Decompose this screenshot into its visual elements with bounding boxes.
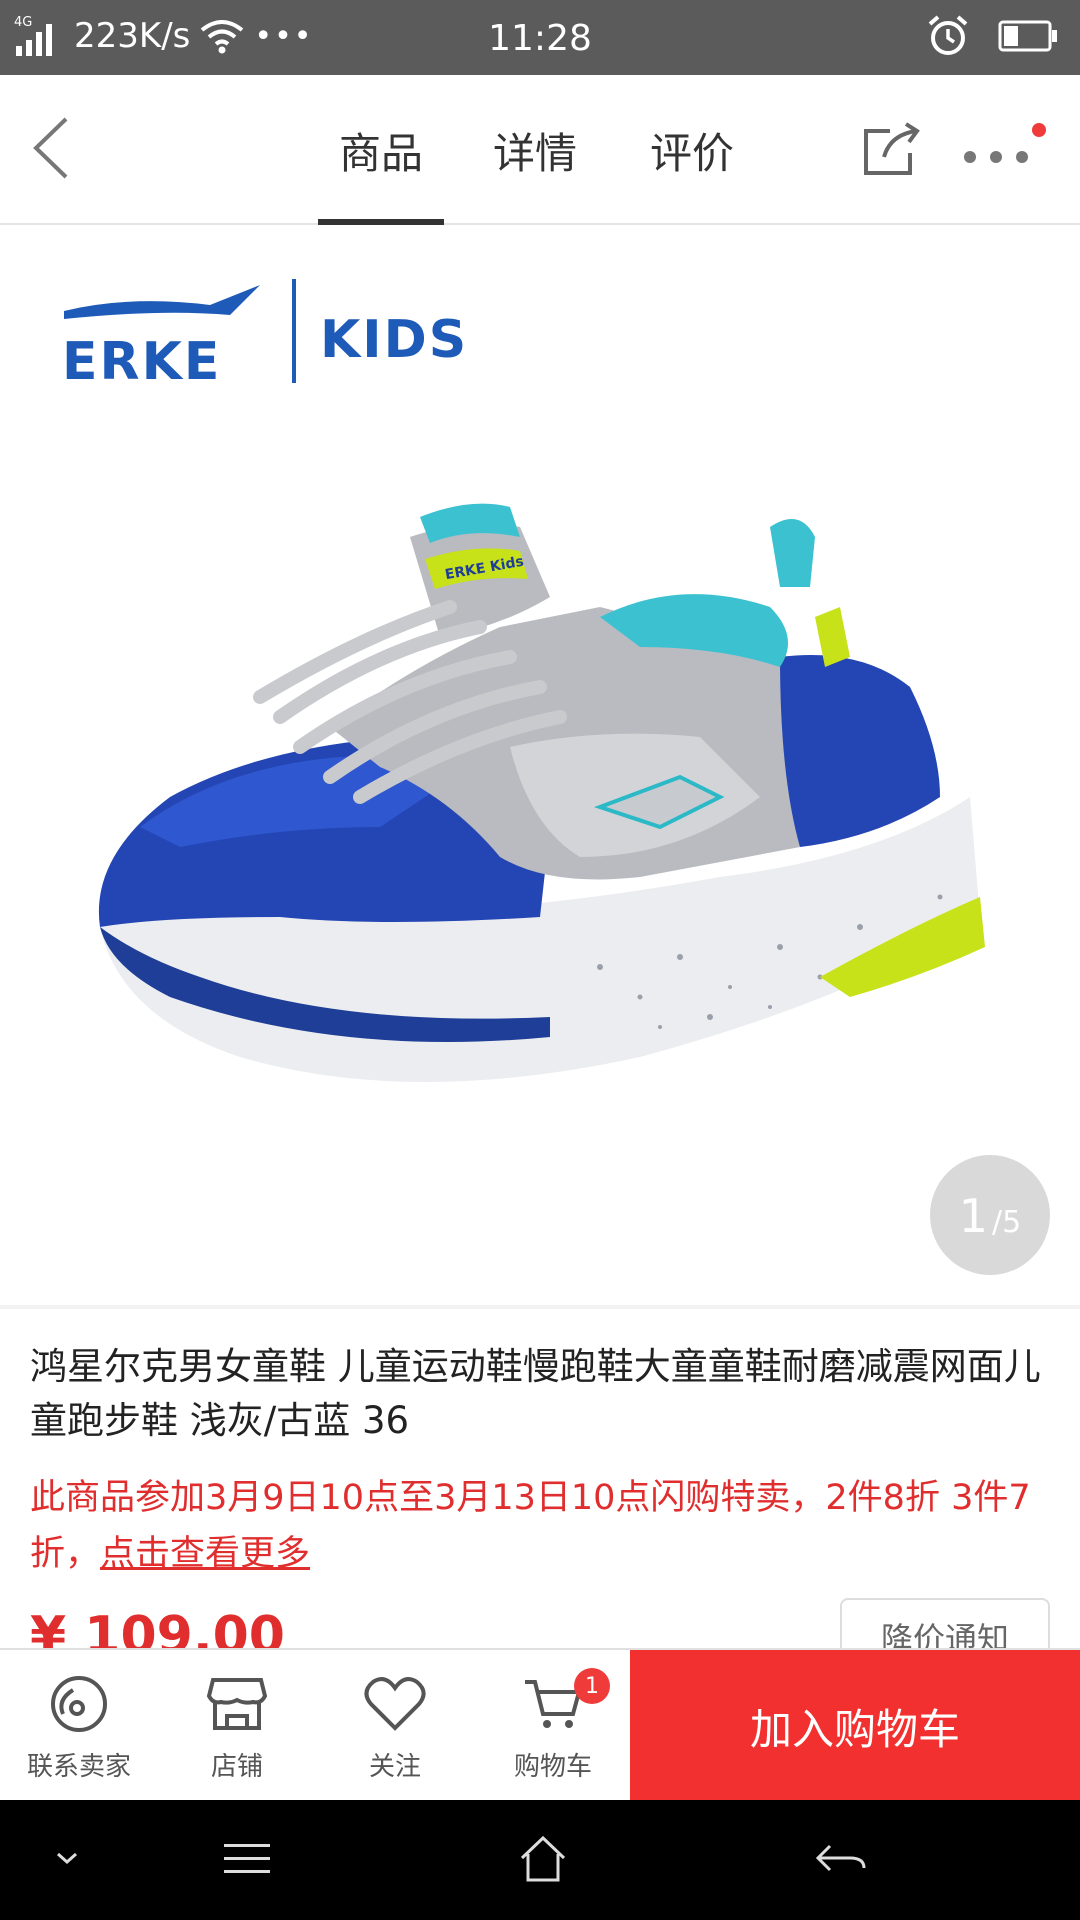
chevron-left-icon (33, 117, 68, 179)
cart-button[interactable]: 购物车 1 (474, 1650, 632, 1800)
shop-button[interactable]: 店铺 (158, 1650, 316, 1800)
system-nav-bar (0, 1800, 1080, 1920)
top-nav: 商品 详情 评价 (0, 75, 1080, 225)
contact-seller-label: 联系卖家 (26, 1752, 131, 1782)
section-divider (0, 1305, 1080, 1309)
heart-icon (364, 1677, 426, 1731)
status-right (926, 14, 1058, 58)
product-title: 鸿星尔克男女童鞋 儿童运动鞋慢跑鞋大童童鞋耐磨减震网面儿童跑步鞋 浅灰/古蓝 3… (30, 1345, 1041, 1442)
notification-dot (1032, 123, 1046, 137)
brand-logo: ERKE KIDS (60, 275, 520, 399)
product-info: 鸿星尔克男女童鞋 儿童运动鞋慢跑鞋大童童鞋耐磨减震网面儿童跑步鞋 浅灰/古蓝 3… (0, 1310, 1080, 1670)
alarm-icon (928, 15, 968, 55)
follow-button[interactable]: 关注 (316, 1650, 474, 1800)
pager-current: 1 (958, 1189, 989, 1243)
chat-icon (51, 1676, 107, 1732)
tab-bar: 商品 详情 评价 (318, 75, 772, 225)
store-icon (206, 1678, 268, 1730)
home-icon[interactable] (518, 1834, 568, 1884)
cart-label: 购物车 (513, 1752, 592, 1782)
svg-text:KIDS: KIDS (320, 310, 468, 370)
more-button[interactable] (960, 123, 1048, 183)
contact-seller-button[interactable]: 联系卖家 (0, 1650, 158, 1800)
product-photo: ERKE Kids (98, 503, 985, 1082)
add-to-cart-button[interactable]: 加入购物车 (630, 1650, 1080, 1802)
image-pager: 1 /5 (930, 1155, 1050, 1275)
tab-product[interactable]: 商品 (318, 75, 444, 225)
tab-details[interactable]: 详情 (458, 75, 612, 225)
tab-reviews[interactable]: 评价 (612, 75, 772, 225)
promo-text: 此商品参加3月9日10点至3月13日10点闪购特卖，2件8折 3件7折，点击查看… (30, 1470, 1060, 1582)
pager-total: /5 (992, 1205, 1022, 1240)
cart-count-badge: 1 (574, 1668, 610, 1704)
svg-text:ERKE: ERKE (62, 332, 221, 392)
share-icon (864, 122, 920, 175)
chevron-down-icon[interactable] (52, 1834, 82, 1884)
follow-label: 关注 (368, 1752, 421, 1782)
status-bar: 4G 223K/s ••• 11:28 (0, 0, 1080, 75)
product-image-gallery[interactable]: ERKE KIDS ERKE Kids 1 /5 (0, 227, 1080, 1305)
battery-icon (998, 20, 1057, 52)
menu-icon[interactable] (222, 1834, 272, 1884)
share-button[interactable] (860, 121, 922, 177)
status-time: 11:28 (488, 18, 592, 59)
shop-label: 店铺 (210, 1752, 263, 1782)
bottom-action-bar: 联系卖家 店铺 关注 购物车 1 加入购物车 (0, 1648, 1080, 1802)
back-nav-icon[interactable] (814, 1834, 868, 1884)
product-page: 4G 223K/s ••• 11:28 商品 详情 评价 ERKE KIDS E… (0, 0, 1080, 1920)
back-button[interactable] (22, 113, 82, 183)
promo-more-link[interactable]: 点击查看更多 (100, 1534, 310, 1574)
